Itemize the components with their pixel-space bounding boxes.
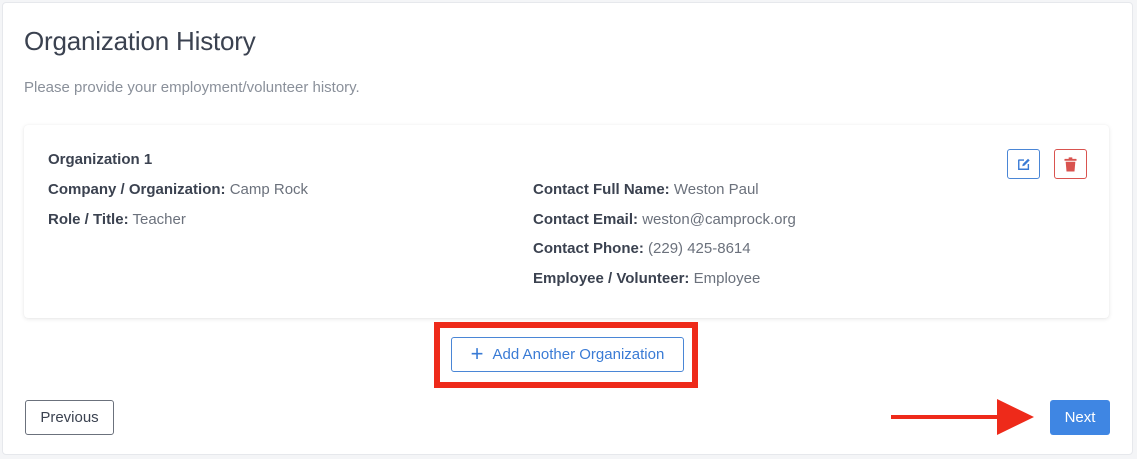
organization-card: Organization 1 Company / Organization: C… — [24, 125, 1109, 318]
organization-heading: Organization 1 — [48, 151, 153, 168]
edit-organization-button[interactable] — [1007, 149, 1040, 179]
add-organization-label: Add Another Organization — [492, 346, 665, 363]
employee-volunteer-label: Employee / Volunteer: — [533, 270, 690, 287]
contact-name-field: Contact Full Name: Weston Paul — [533, 181, 759, 198]
arrow-right-icon — [891, 399, 1034, 435]
previous-button[interactable]: Previous — [25, 400, 114, 435]
contact-phone-value: (229) 425-8614 — [648, 240, 751, 257]
edit-icon — [1017, 158, 1030, 170]
company-field: Company / Organization: Camp Rock — [48, 181, 308, 198]
contact-email-label: Contact Email: — [533, 211, 639, 228]
contact-email-value: weston@camprock.org — [642, 211, 796, 228]
employee-volunteer-value: Employee — [693, 270, 761, 287]
page-title: Organization History — [24, 26, 256, 56]
trash-icon — [1064, 156, 1077, 171]
role-label: Role / Title: — [48, 211, 129, 228]
role-field: Role / Title: Teacher — [48, 211, 186, 228]
next-button[interactable]: Next — [1050, 400, 1110, 435]
company-label: Company / Organization: — [48, 181, 226, 198]
delete-organization-button[interactable] — [1054, 149, 1087, 179]
page-subtitle: Please provide your employment/volunteer… — [24, 79, 360, 96]
contact-phone-field: Contact Phone: (229) 425-8614 — [533, 240, 751, 257]
contact-name-value: Weston Paul — [673, 181, 759, 198]
employee-volunteer-field: Employee / Volunteer: Employee — [533, 270, 760, 287]
add-another-organization-button[interactable]: + Add Another Organization — [451, 337, 684, 372]
company-value: Camp Rock — [229, 181, 309, 198]
role-value: Teacher — [132, 211, 186, 228]
contact-phone-label: Contact Phone: — [533, 240, 644, 257]
contact-email-field: Contact Email: weston@camprock.org — [533, 211, 796, 228]
plus-icon: + — [470, 340, 484, 366]
contact-name-label: Contact Full Name: — [533, 181, 670, 198]
